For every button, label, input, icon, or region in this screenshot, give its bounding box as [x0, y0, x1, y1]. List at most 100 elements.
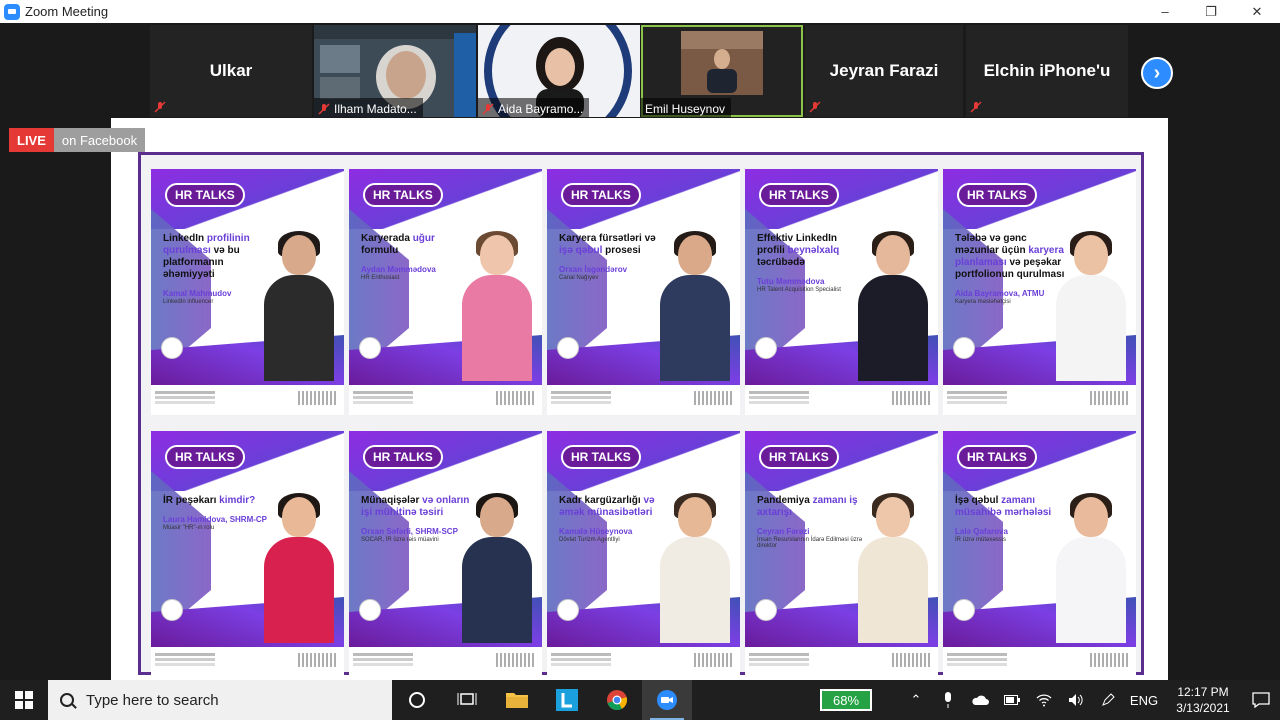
clock[interactable]: 12:17 PM 3/13/2021 — [1164, 684, 1242, 716]
speaker-role: Müasir "HR"-ın rolu — [163, 525, 215, 531]
poster-title: İşə qəbul zamanı müsahibə mərhələsi — [955, 495, 1065, 519]
search-icon — [60, 693, 74, 707]
poster-time: 16:00 — [517, 475, 538, 484]
zoom-button[interactable] — [642, 680, 692, 720]
speaker-role: HR Enthusiast — [361, 275, 400, 281]
poster-footer — [547, 385, 740, 415]
poster-title: Pandemiya zamanı iş axtarışı — [757, 495, 867, 519]
mic-icon — [945, 692, 951, 708]
poster-day: 24 — [921, 193, 934, 205]
poster-card: HR TALKS 6 FEVRAL 12:00 Pandemiya zamanı… — [745, 431, 938, 677]
poster-text: LinkedIn profilinin qurulması və bu plat… — [163, 233, 273, 305]
poster-text: Tələbə və gənc məzunlar üçün karyera pla… — [955, 233, 1065, 305]
hr-talks-tag: HR TALKS — [363, 183, 443, 207]
notification-icon — [1252, 692, 1270, 708]
poster-footer — [745, 647, 938, 677]
participant-tile[interactable]: Elchin iPhone'u — [966, 25, 1128, 117]
poster-date: 24 SENTYABR 19:00 — [891, 193, 934, 223]
participant-name: Jeyran Farazi — [829, 61, 939, 80]
next-participants-button[interactable]: › — [1141, 57, 1173, 89]
poster-time: 18:00 — [715, 475, 736, 484]
wifi-icon[interactable] — [1028, 680, 1060, 720]
hr-talks-tag: HR TALKS — [165, 183, 245, 207]
cortana-button[interactable] — [392, 680, 442, 720]
speaker-role: SOCAR, İR üzrə rəis müavini — [361, 537, 439, 543]
poster-footer — [151, 647, 344, 677]
hr-talks-tag: HR TALKS — [957, 183, 1037, 207]
participant-tile[interactable]: Jeyran Farazi — [805, 25, 963, 117]
live-indicator[interactable]: LIVE on Facebook — [9, 128, 146, 152]
hr-talks-tag: HR TALKS — [561, 183, 641, 207]
speaker-role: Canal Nağıyev — [559, 275, 599, 281]
participant-label: Emil Huseynov — [641, 98, 732, 117]
poster-title-part: təcrübədə — [757, 257, 805, 268]
chevron-right-icon: › — [1153, 61, 1161, 84]
language-indicator[interactable]: ENG — [1124, 680, 1164, 720]
microphone-icon[interactable] — [932, 680, 964, 720]
poster-day: 7 — [1125, 455, 1132, 467]
mic-muted-icon — [482, 103, 494, 115]
poster-card: HR TALKS 12 SENTYABR 12:00 Karyera fürsə… — [547, 169, 740, 415]
poster-footer — [151, 385, 344, 415]
poster-title: İR peşəkarı kimdir? — [163, 495, 273, 507]
participant-tile[interactable]: Ilham Madato... — [314, 25, 476, 117]
window-controls: – ❐ ✕ — [1142, 0, 1280, 23]
participant-strip: Ulkar Ilham Madato... Aida Bayramo... Em… — [0, 23, 1280, 118]
poster-text: Effektiv LinkedIn profili beynəlxalq təc… — [757, 233, 867, 293]
participant-tile[interactable]: Ulkar — [150, 25, 312, 117]
task-view-button[interactable] — [442, 680, 492, 720]
participant-tile[interactable]: Aida Bayramo... — [478, 25, 640, 117]
poster-month: YANVAR — [1100, 204, 1132, 213]
clock-time: 12:17 PM — [1177, 685, 1229, 699]
cloud-icon — [972, 695, 989, 705]
poster-title: Effektiv LinkedIn profili beynəlxalq təc… — [757, 233, 867, 269]
poster-time: 12:00 — [913, 475, 934, 484]
poster-time: 20:00 — [319, 213, 340, 222]
minimize-button[interactable]: – — [1142, 0, 1188, 23]
qr-code-icon — [892, 391, 932, 405]
pen-icon[interactable] — [1092, 680, 1124, 720]
search-placeholder: Type here to search — [86, 691, 219, 709]
battery-indicator[interactable]: 68% — [820, 689, 872, 711]
file-explorer-button[interactable] — [492, 680, 542, 720]
poster-title-part: qurulması — [1013, 269, 1065, 280]
poster-date: 12 SENTYABR 12:00 — [693, 194, 736, 223]
poster-day: 19 — [327, 455, 340, 467]
poster-date: 10 YANVAR 16:00 — [1100, 194, 1132, 223]
poster-month: YANVAR — [308, 466, 340, 475]
qr-code-icon — [496, 653, 536, 667]
poster-footer — [547, 647, 740, 677]
start-button[interactable] — [0, 680, 48, 720]
poster-title-part: Münaqişələr — [361, 495, 420, 506]
clock-date: 3/13/2021 — [1176, 701, 1230, 715]
poster-footer — [349, 647, 542, 677]
close-button[interactable]: ✕ — [1234, 0, 1280, 23]
poster-card: HR TALKS 05 SENTYABR 16:00 Karyerada uğu… — [349, 169, 542, 415]
taskbar-search[interactable]: Type here to search — [48, 680, 392, 720]
hr-talks-tag: HR TALKS — [957, 445, 1037, 469]
poster-footer — [349, 385, 542, 415]
poster-title-part: prosesi — [602, 245, 641, 256]
poster-title-part: əhəmiyyəti — [163, 269, 215, 280]
speaker-role: Karyera məsləhətçisi — [955, 299, 1011, 305]
app-l-button[interactable] — [542, 680, 592, 720]
volume-icon[interactable] — [1060, 680, 1092, 720]
poster-time: 16:00 — [517, 213, 538, 222]
action-center-button[interactable] — [1242, 680, 1280, 720]
poster-text: Kadr kargüzarlığı və əmək münasibətləri … — [559, 495, 669, 543]
participant-tile-active[interactable]: Emil Huseynov — [641, 25, 803, 117]
university-logo — [557, 337, 579, 359]
poster-time: 19:00 — [913, 213, 934, 222]
onedrive-icon[interactable] — [964, 680, 996, 720]
restore-button[interactable]: ❐ — [1188, 0, 1234, 23]
show-hidden-icons-button[interactable]: ⌃ — [900, 680, 932, 720]
poster-date: 19 YANVAR 11:00 — [308, 455, 340, 485]
poster-month: FEVRAL — [902, 466, 934, 475]
poster-title-part: kimdir? — [216, 495, 256, 506]
chrome-button[interactable] — [592, 680, 642, 720]
network-icon — [1036, 694, 1052, 707]
poster-time: 16:00 — [1111, 213, 1132, 222]
poster-title-part: formulu — [361, 245, 399, 256]
poster-day: 30 — [723, 455, 736, 467]
battery-icon[interactable] — [996, 680, 1028, 720]
